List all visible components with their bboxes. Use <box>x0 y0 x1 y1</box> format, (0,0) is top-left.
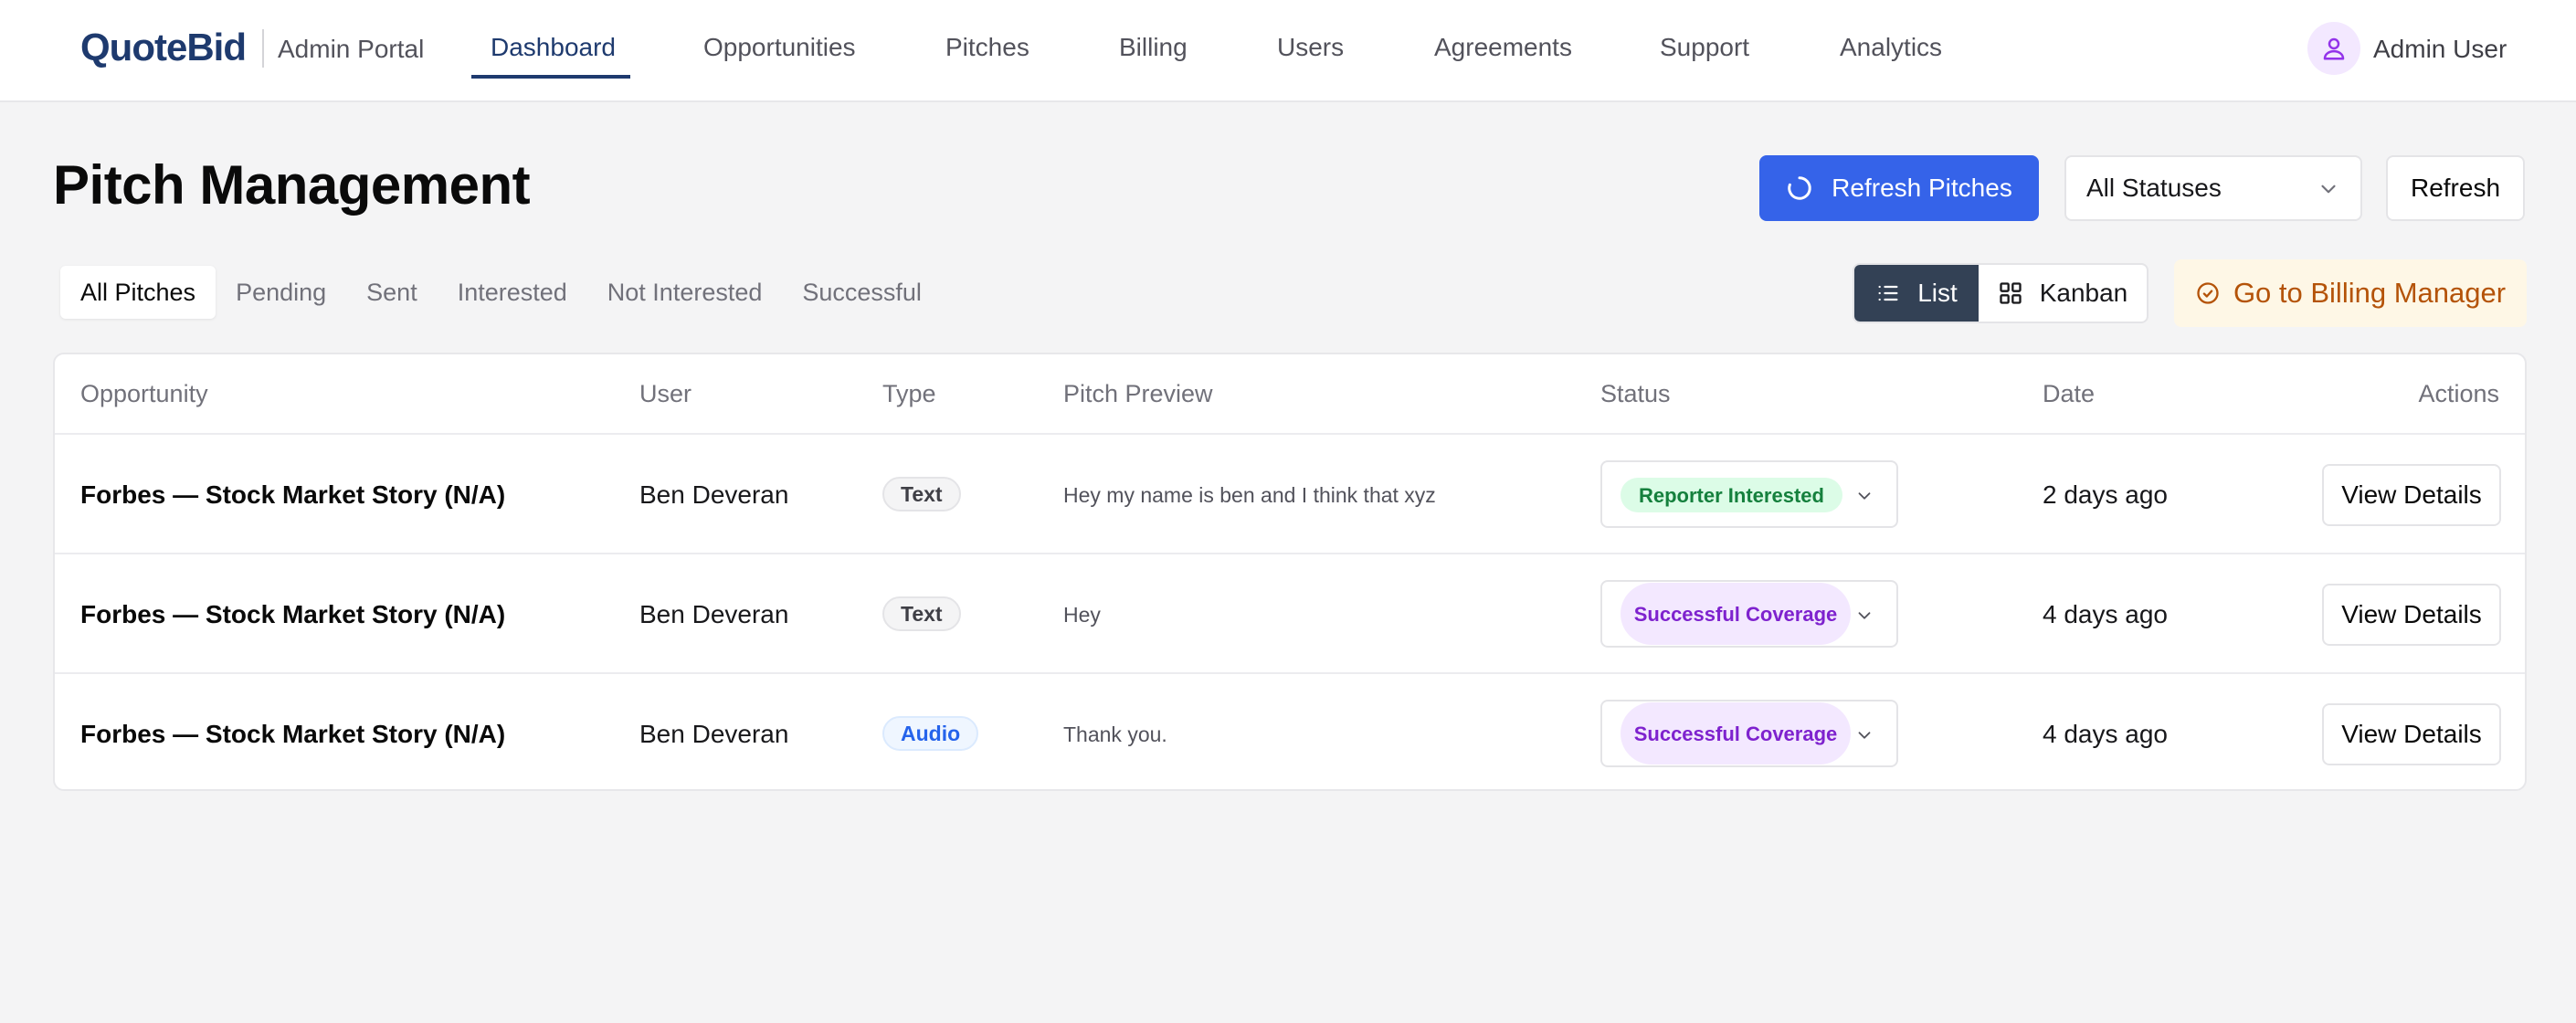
nav-link-analytics[interactable]: Analytics <box>1840 33 1942 62</box>
top-navigation: QuoteBid Admin Portal Dashboard Opportun… <box>0 0 2576 102</box>
refresh-pitches-label: Refresh Pitches <box>1832 174 2012 202</box>
kanban-view-button[interactable]: Kanban <box>1979 265 2147 322</box>
go-to-billing-manager-button[interactable]: Go to Billing Manager <box>2174 259 2527 327</box>
status-dropdown[interactable]: Successful Coverage <box>1600 580 1898 648</box>
opportunity-cell: Forbes — Stock Market Story (N/A) <box>80 480 506 509</box>
refresh-button[interactable]: Refresh <box>2386 155 2525 221</box>
status-badge: Successful Coverage <box>1621 702 1851 765</box>
column-header-date[interactable]: Date <box>2043 380 2095 408</box>
view-details-button[interactable]: View Details <box>2322 464 2501 526</box>
tab-pending[interactable]: Pending <box>216 266 346 319</box>
column-header-pitch-preview[interactable]: Pitch Preview <box>1063 380 1213 408</box>
opportunity-cell: Forbes — Stock Market Story (N/A) <box>80 720 506 748</box>
brand-divider <box>262 29 264 68</box>
column-header-actions: Actions <box>2418 380 2499 407</box>
pitch-status-tabs: All Pitches Pending Sent Interested Not … <box>53 259 949 325</box>
view-details-button[interactable]: View Details <box>2322 584 2501 646</box>
table-row: Forbes — Stock Market Story (N/A) Ben De… <box>55 674 2525 789</box>
type-badge: Text <box>882 596 961 631</box>
nav-link-users[interactable]: Users <box>1277 33 1344 62</box>
user-name[interactable]: Admin User <box>2373 35 2507 64</box>
user-cell: Ben Deveran <box>639 600 789 628</box>
tab-not-interested[interactable]: Not Interested <box>587 266 783 319</box>
list-view-label: List <box>1917 279 1958 307</box>
date-cell: 2 days ago <box>2043 480 2168 509</box>
pitch-preview-cell: Thank you. <box>1063 722 1167 746</box>
kanban-view-label: Kanban <box>2039 279 2128 307</box>
column-header-type[interactable]: Type <box>882 380 936 408</box>
tab-sent[interactable]: Sent <box>346 266 438 319</box>
nav-link-pitches[interactable]: Pitches <box>945 33 1029 62</box>
refresh-spinner-icon <box>1788 176 1811 200</box>
status-badge: Reporter Interested <box>1621 478 1842 512</box>
chevron-down-icon <box>1858 492 1871 500</box>
brand-logo[interactable]: QuoteBid <box>80 26 247 69</box>
list-icon <box>1878 285 1898 301</box>
pitch-preview-cell: Hey my name is ben and I think that xyz <box>1063 483 1436 507</box>
status-filter-value: All Statuses <box>2086 174 2222 202</box>
status-dropdown[interactable]: Successful Coverage <box>1600 700 1898 767</box>
list-view-button[interactable]: List <box>1854 265 1979 322</box>
user-cell: Ben Deveran <box>639 720 789 748</box>
view-details-button[interactable]: View Details <box>2322 703 2501 765</box>
chevron-down-icon <box>1858 732 1871 739</box>
nav-link-support[interactable]: Support <box>1660 33 1749 62</box>
table-row: Forbes — Stock Market Story (N/A) Ben De… <box>55 435 2525 554</box>
nav-link-agreements[interactable]: Agreements <box>1434 33 1572 62</box>
view-toggle: List Kanban <box>1853 263 2148 323</box>
table-header: Opportunity User Type Pitch Preview Stat… <box>55 354 2525 435</box>
pitch-preview-cell: Hey <box>1063 603 1101 627</box>
chevron-down-icon <box>2321 185 2336 194</box>
refresh-pitches-button[interactable]: Refresh Pitches <box>1759 155 2039 221</box>
status-filter-select[interactable]: All Statuses <box>2064 155 2362 221</box>
type-badge: Text <box>882 477 961 512</box>
nav-link-billing[interactable]: Billing <box>1119 33 1188 62</box>
grid-icon <box>2000 282 2022 304</box>
check-circle-icon <box>2197 282 2219 304</box>
user-avatar[interactable] <box>2307 22 2360 75</box>
page-title: Pitch Management <box>53 154 531 216</box>
column-header-user[interactable]: User <box>639 380 692 408</box>
chevron-down-icon <box>1858 612 1871 619</box>
date-cell: 4 days ago <box>2043 600 2168 628</box>
nav-link-opportunities[interactable]: Opportunities <box>703 33 856 62</box>
type-badge: Audio <box>882 716 979 751</box>
status-badge: Successful Coverage <box>1621 583 1851 645</box>
nav-active-indicator <box>471 75 630 79</box>
status-dropdown[interactable]: Reporter Interested <box>1600 460 1898 528</box>
nav-link-dashboard[interactable]: Dashboard <box>491 33 616 62</box>
date-cell: 4 days ago <box>2043 720 2168 748</box>
table-row: Forbes — Stock Market Story (N/A) Ben De… <box>55 554 2525 674</box>
user-cell: Ben Deveran <box>639 480 789 509</box>
tab-all-pitches[interactable]: All Pitches <box>60 266 216 319</box>
pitches-table: Opportunity User Type Pitch Preview Stat… <box>53 353 2527 791</box>
portal-label: Admin Portal <box>278 35 425 63</box>
column-header-status[interactable]: Status <box>1600 380 1671 408</box>
tab-successful[interactable]: Successful <box>782 266 942 319</box>
opportunity-cell: Forbes — Stock Market Story (N/A) <box>80 600 506 628</box>
billing-button-label: Go to Billing Manager <box>2233 277 2507 309</box>
tab-interested[interactable]: Interested <box>438 266 587 319</box>
user-icon <box>2323 37 2345 60</box>
column-header-opportunity[interactable]: Opportunity <box>80 380 208 408</box>
